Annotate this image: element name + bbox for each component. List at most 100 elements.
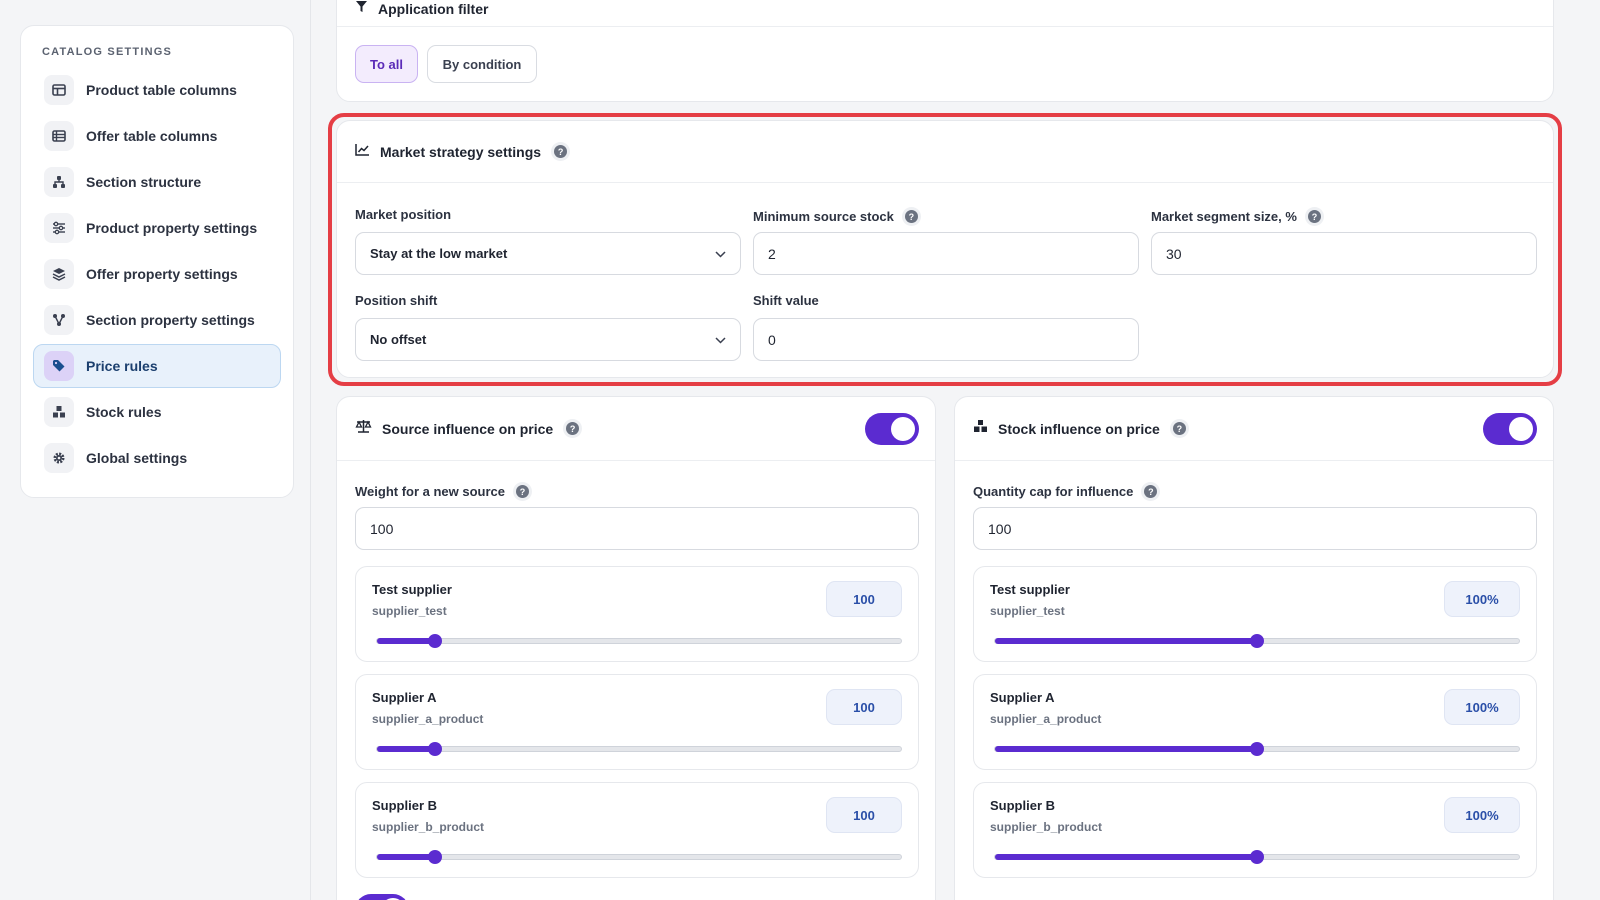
nodes-icon <box>44 305 74 335</box>
sidebar-item-label: Offer table columns <box>86 128 218 144</box>
help-icon[interactable]: ? <box>1141 482 1161 501</box>
supplier-weight-value[interactable]: 100 <box>826 797 902 833</box>
help-icon[interactable]: ? <box>513 482 533 501</box>
supplier-weight-slider[interactable] <box>376 742 902 756</box>
columns-icon <box>44 75 74 105</box>
sidebar-item-global-settings[interactable]: Global settings <box>33 436 281 480</box>
help-icon[interactable]: ? <box>1169 419 1189 438</box>
layers-icon <box>44 259 74 289</box>
min-stock-label: Minimum source stock ? <box>753 207 921 226</box>
slider-thumb[interactable] <box>427 634 442 648</box>
supplier-weight-slider[interactable] <box>376 850 902 864</box>
position-shift-select[interactable]: No offset <box>355 318 741 361</box>
position-shift-value: No offset <box>370 332 427 347</box>
sliders-icon <box>44 213 74 243</box>
by-condition-button[interactable]: By condition <box>427 45 537 83</box>
sidebar-item-section-property-settings[interactable]: Section property settings <box>33 298 281 342</box>
market-strategy-header: Market strategy settings ? <box>337 121 1553 183</box>
market-strategy-card: Market strategy settings ? Market positi… <box>336 120 1554 378</box>
boxes-icon <box>44 397 74 427</box>
sidebar-item-label: Product table columns <box>86 82 237 98</box>
application-filter-card: Application filter To all By condition <box>336 0 1554 102</box>
position-shift-label: Position shift <box>355 293 438 308</box>
source-influence-toggle[interactable] <box>865 413 919 445</box>
new-source-weight-label: Weight for a new source ? <box>355 482 533 501</box>
slider-thumb[interactable] <box>427 850 442 864</box>
slider-thumb[interactable] <box>1250 742 1264 756</box>
supplier-stock-slider[interactable] <box>994 742 1520 756</box>
market-position-label: Market position <box>355 207 452 222</box>
stock-influence-toggle[interactable] <box>1483 413 1537 445</box>
table-icon <box>44 121 74 151</box>
market-strategy-title: Market strategy settings <box>380 143 542 160</box>
slider-thumb[interactable] <box>427 742 442 756</box>
supplier-stock-value[interactable]: 100% <box>1444 797 1520 833</box>
slider-thumb[interactable] <box>1250 850 1264 864</box>
hierarchy-icon <box>44 167 74 197</box>
supplier-code: supplier_b_product <box>372 820 485 834</box>
supplier-name: Test supplier <box>372 582 452 597</box>
sidebar-item-label: Global settings <box>86 450 188 466</box>
help-icon[interactable]: ? <box>901 207 921 226</box>
stock-influence-title: Stock influence on price <box>998 420 1160 437</box>
supplier-code: supplier_b_product <box>990 820 1103 834</box>
sidebar-item-offer-table-columns[interactable]: Offer table columns <box>33 114 281 158</box>
source-influence-card: Source influence on price ? Weight for a… <box>336 396 936 900</box>
supplier-weight-value[interactable]: 100 <box>826 689 902 725</box>
supplier-code: supplier_a_product <box>372 712 484 726</box>
sidebar-item-stock-rules[interactable]: Stock rules <box>33 390 281 434</box>
source-influence-header: Source influence on price ? <box>337 397 935 461</box>
tag-icon <box>44 351 74 381</box>
sidebar-item-label: Section structure <box>86 174 202 190</box>
shift-value-label: Shift value <box>753 293 819 308</box>
supplier-stock-value[interactable]: 100% <box>1444 689 1520 725</box>
supplier-name: Supplier B <box>990 798 1056 813</box>
min-stock-input[interactable]: 2 <box>753 232 1139 275</box>
stock-supplier-card-b: Supplier B supplier_b_product 100% <box>973 782 1537 878</box>
extra-option-toggle[interactable] <box>355 894 409 900</box>
market-position-select[interactable]: Stay at the low market <box>355 232 741 275</box>
stock-supplier-card-test: Test supplier supplier_test 100% <box>973 566 1537 662</box>
filter-icon <box>355 0 368 18</box>
sidebar-item-label: Price rules <box>86 358 158 374</box>
sidebar-title: CATALOG SETTINGS <box>42 46 173 58</box>
help-icon[interactable]: ? <box>551 142 571 161</box>
scale-icon <box>355 419 372 439</box>
supplier-stock-slider[interactable] <box>994 634 1520 648</box>
sidebar-item-label: Offer property settings <box>86 266 238 282</box>
new-source-weight-input[interactable]: 100 <box>355 507 919 550</box>
help-icon[interactable]: ? <box>1304 207 1324 226</box>
supplier-stock-slider[interactable] <box>994 850 1520 864</box>
gear-icon <box>44 443 74 473</box>
boxes-icon <box>973 419 988 438</box>
shift-value-input[interactable]: 0 <box>753 318 1139 361</box>
market-position-value: Stay at the low market <box>370 246 508 261</box>
catalog-settings-sidebar: CATALOG SETTINGS Product table columns O… <box>20 25 294 498</box>
stock-influence-header: Stock influence on price ? <box>955 397 1553 461</box>
application-filter-title: Application filter <box>378 0 489 17</box>
line-chart-icon <box>355 143 370 161</box>
supplier-stock-value[interactable]: 100% <box>1444 581 1520 617</box>
supplier-weight-slider[interactable] <box>376 634 902 648</box>
application-filter-header: Application filter <box>337 0 1553 27</box>
sidebar-item-offer-property-settings[interactable]: Offer property settings <box>33 252 281 296</box>
quantity-cap-input[interactable]: 100 <box>973 507 1537 550</box>
sidebar-item-price-rules[interactable]: Price rules <box>33 344 281 388</box>
segment-size-input[interactable]: 30 <box>1151 232 1537 275</box>
sidebar-item-label: Section property settings <box>86 312 255 328</box>
help-icon[interactable]: ? <box>563 419 583 438</box>
source-supplier-card-a: Supplier A supplier_a_product 100 <box>355 674 919 770</box>
supplier-weight-value[interactable]: 100 <box>826 581 902 617</box>
sidebar-item-product-table-columns[interactable]: Product table columns <box>33 68 281 112</box>
sidebar-item-section-structure[interactable]: Section structure <box>33 160 281 204</box>
to-all-button[interactable]: To all <box>355 45 418 83</box>
segment-size-label: Market segment size, % ? <box>1151 207 1324 226</box>
slider-thumb[interactable] <box>1250 634 1264 648</box>
source-supplier-card-b: Supplier B supplier_b_product 100 <box>355 782 919 878</box>
sidebar-item-label: Stock rules <box>86 404 162 420</box>
stock-supplier-card-a: Supplier A supplier_a_product 100% <box>973 674 1537 770</box>
chevron-down-icon <box>715 246 726 261</box>
sidebar-item-product-property-settings[interactable]: Product property settings <box>33 206 281 250</box>
supplier-name: Test supplier <box>990 582 1070 597</box>
source-influence-title: Source influence on price <box>382 420 554 437</box>
